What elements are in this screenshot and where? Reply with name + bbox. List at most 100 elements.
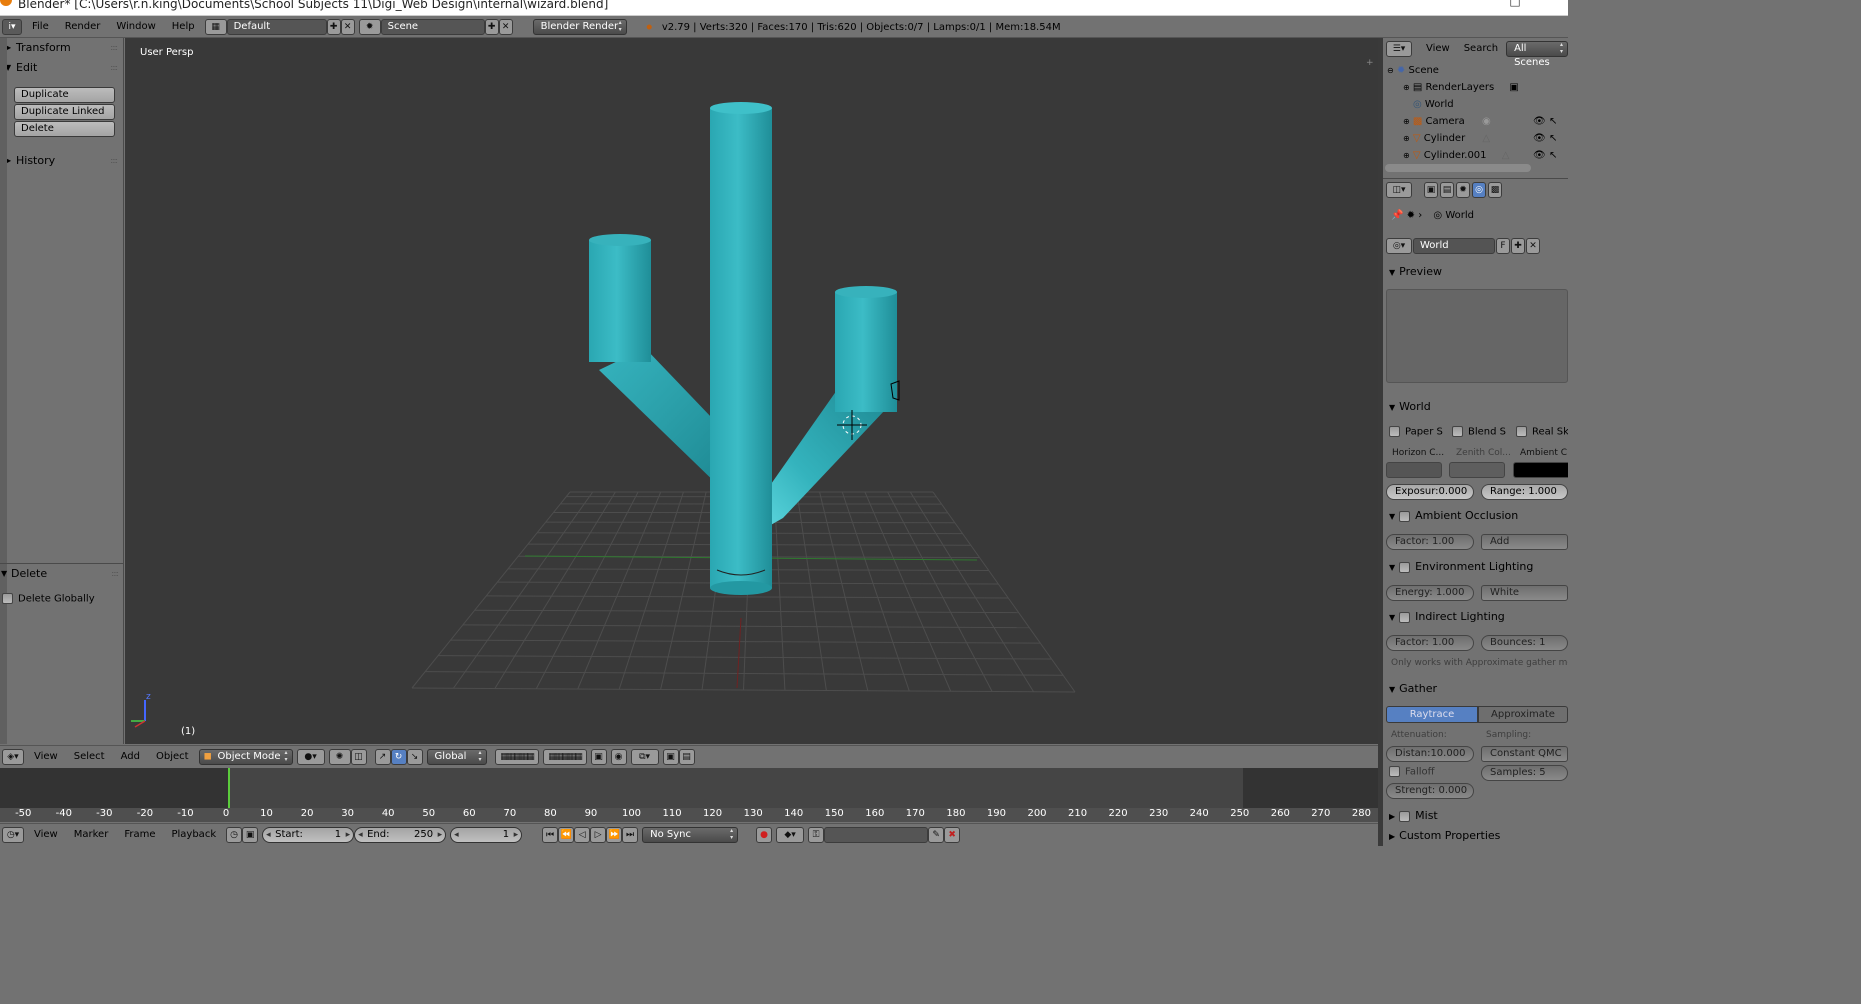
current-frame-field[interactable]: 1 bbox=[450, 827, 523, 843]
drag-grip-icon[interactable]: :::: bbox=[110, 38, 118, 57]
panel-transform[interactable]: ▶ Transform :::: bbox=[0, 38, 123, 57]
outliner-row-renderlayers[interactable]: ⊕ ▤ RenderLayers ▣ bbox=[1383, 79, 1568, 96]
render-animation-icon[interactable]: ▤ bbox=[678, 748, 695, 765]
screen-layout-icon[interactable]: ▦ bbox=[204, 19, 227, 35]
menu-render[interactable]: Render bbox=[59, 17, 107, 37]
lock-icon[interactable]: ▣ bbox=[242, 827, 259, 843]
menu-add[interactable]: Add bbox=[115, 747, 146, 767]
render-tab-icon[interactable]: ▣ bbox=[1424, 182, 1438, 198]
panel-custom-properties[interactable]: ▶ Custom Properties bbox=[1389, 829, 1500, 842]
playhead[interactable] bbox=[228, 768, 230, 808]
jump-start-icon[interactable]: ⏮ bbox=[542, 827, 559, 843]
keying-set-icon[interactable]: ⚿ bbox=[808, 827, 825, 843]
delete-globally-checkbox[interactable] bbox=[2, 593, 13, 604]
zenith-color-swatch[interactable] bbox=[1449, 462, 1505, 478]
cylinder-mesh[interactable] bbox=[589, 102, 897, 595]
screen-layout-field[interactable]: Default bbox=[226, 19, 327, 35]
mist-checkbox[interactable] bbox=[1399, 810, 1411, 822]
paper-sky-checkbox[interactable] bbox=[1389, 426, 1400, 437]
snap-icon[interactable]: ⧉▾ bbox=[630, 748, 659, 765]
indirect-lighting-checkbox[interactable] bbox=[1399, 611, 1411, 623]
ambient-color-swatch[interactable] bbox=[1513, 462, 1568, 478]
menu-timeline-view[interactable]: View bbox=[28, 825, 64, 845]
delete-globally-option[interactable]: Delete Globally bbox=[2, 593, 95, 605]
ambient-occlusion-checkbox[interactable] bbox=[1399, 510, 1411, 522]
tool-tabs[interactable] bbox=[0, 38, 7, 744]
operator-panel-delete[interactable]: ▼ Delete :::: bbox=[0, 564, 124, 583]
real-sky-checkbox[interactable] bbox=[1516, 426, 1527, 437]
expand-toggle-icon[interactable]: ⊕ bbox=[1403, 151, 1410, 160]
lock-layers-icon[interactable]: ▣ bbox=[590, 748, 607, 765]
samples-field[interactable]: Samples: 5 bbox=[1481, 765, 1568, 781]
select-arrow-icon[interactable]: ↖ bbox=[1549, 147, 1557, 164]
outliner-row-world[interactable]: ◎ World bbox=[1383, 96, 1568, 113]
render-engine-dropdown[interactable]: Blender Render bbox=[532, 19, 627, 35]
fake-user-button[interactable]: F bbox=[1496, 238, 1510, 254]
layers-1-icon[interactable]: ▦▦▦▦▦ bbox=[494, 748, 539, 765]
panel-environment-lighting[interactable]: ▼ Environment Lighting bbox=[1389, 560, 1533, 573]
keying-set-field[interactable] bbox=[824, 827, 929, 843]
env-energy-field[interactable]: Energy: 1.000 bbox=[1386, 585, 1474, 601]
translate-icon[interactable]: ↗ bbox=[374, 748, 391, 765]
editor-type-3d-icon[interactable]: ◈▾ bbox=[2, 748, 24, 765]
exposure-field[interactable]: Exposur:0.000 bbox=[1386, 484, 1474, 500]
scale-icon[interactable]: ↘ bbox=[406, 748, 423, 765]
menu-frame[interactable]: Frame bbox=[118, 825, 161, 845]
sync-mode-dropdown[interactable]: No Sync bbox=[642, 827, 739, 843]
distance-field[interactable]: Distan:10.000 bbox=[1386, 746, 1474, 762]
editor-type-outliner-icon[interactable]: ☰▾ bbox=[1386, 41, 1412, 57]
scene-field[interactable]: Scene bbox=[380, 19, 485, 35]
expand-toggle-icon[interactable]: ⊕ bbox=[1403, 117, 1410, 126]
duplicate-button[interactable]: Duplicate bbox=[14, 87, 115, 103]
mode-dropdown[interactable]: ◼ Object Mode bbox=[198, 748, 293, 765]
falloff-checkbox[interactable] bbox=[1389, 766, 1400, 777]
jump-keyframe-forward-icon[interactable]: ⏩ bbox=[606, 827, 623, 843]
shading-dropdown-icon[interactable]: ●▾ bbox=[296, 748, 325, 765]
drag-grip-icon[interactable]: :::: bbox=[111, 564, 119, 583]
visibility-eye-icon[interactable]: 👁 bbox=[1533, 113, 1546, 130]
panel-edit[interactable]: ▼ Edit :::: bbox=[0, 58, 123, 77]
insert-keyframe-icon[interactable]: ✎ bbox=[928, 827, 945, 843]
scene-icon[interactable]: ✹ bbox=[358, 19, 381, 35]
ao-blend-dropdown[interactable]: Add bbox=[1481, 534, 1568, 550]
outliner-row-scene[interactable]: ⊖ ✹ Scene bbox=[1383, 62, 1568, 79]
menu-file[interactable]: File bbox=[26, 17, 55, 37]
menu-playback[interactable]: Playback bbox=[165, 825, 222, 845]
collapse-toggle-icon[interactable]: ⊖ bbox=[1387, 66, 1394, 75]
indirect-bounces-field[interactable]: Bounces: 1 bbox=[1481, 635, 1568, 651]
layers-tab-icon[interactable]: ▤ bbox=[1440, 182, 1454, 198]
add-scene-icon[interactable]: ✚ bbox=[484, 19, 499, 35]
transform-orientation-dropdown[interactable]: Global bbox=[426, 748, 487, 765]
blend-sky-checkbox[interactable] bbox=[1452, 426, 1463, 437]
paper-sky-option[interactable]: Paper S bbox=[1389, 426, 1443, 438]
delete-button[interactable]: Delete bbox=[14, 121, 115, 137]
indirect-factor-field[interactable]: Factor: 1.00 bbox=[1386, 635, 1474, 651]
remove-screen-icon[interactable]: ✕ bbox=[340, 19, 355, 35]
keying-icon[interactable]: ◆▾ bbox=[776, 827, 805, 843]
remove-scene-icon[interactable]: ✕ bbox=[498, 19, 513, 35]
drag-grip-icon[interactable]: :::: bbox=[110, 58, 118, 77]
raytrace-toggle[interactable]: Raytrace bbox=[1386, 706, 1478, 723]
ao-factor-field[interactable]: Factor: 1.00 bbox=[1386, 534, 1474, 550]
add-world-icon[interactable]: ✚ bbox=[1511, 238, 1525, 254]
menu-select[interactable]: Select bbox=[68, 747, 111, 767]
falloff-option[interactable]: Falloff bbox=[1389, 766, 1435, 778]
add-screen-icon[interactable]: ✚ bbox=[326, 19, 341, 35]
strength-field[interactable]: Strengt: 0.000 bbox=[1386, 783, 1474, 799]
env-color-dropdown[interactable]: White bbox=[1481, 585, 1568, 601]
texture-tab-icon[interactable]: ▩ bbox=[1488, 182, 1502, 198]
sampling-method-dropdown[interactable]: Constant QMC bbox=[1481, 746, 1568, 762]
layers-2-icon[interactable]: ▦▦▦▦▦ bbox=[542, 748, 587, 765]
menu-window[interactable]: Window bbox=[110, 17, 161, 37]
select-arrow-icon[interactable]: ↖ bbox=[1549, 130, 1557, 147]
blend-sky-option[interactable]: Blend S bbox=[1452, 426, 1506, 438]
menu-outliner-search[interactable]: Search bbox=[1458, 39, 1504, 59]
menu-view[interactable]: View bbox=[28, 747, 64, 767]
timeline-ruler[interactable]: -50 -40 -30 -20 -10 0 10 20 30 40 50 60 70 80 90 100 110… bbox=[0, 808, 1378, 822]
editor-type-timeline-icon[interactable]: ◷▾ bbox=[2, 827, 24, 843]
range-field[interactable]: Range: 1.000 bbox=[1481, 484, 1568, 500]
menu-help[interactable]: Help bbox=[166, 17, 201, 37]
outliner-row-cylinder[interactable]: ⊕ ▽ Cylinder △ 👁 ↖ bbox=[1383, 130, 1568, 147]
panel-gather[interactable]: ▼ Gather bbox=[1389, 682, 1437, 695]
timeline-area[interactable] bbox=[0, 768, 1378, 808]
